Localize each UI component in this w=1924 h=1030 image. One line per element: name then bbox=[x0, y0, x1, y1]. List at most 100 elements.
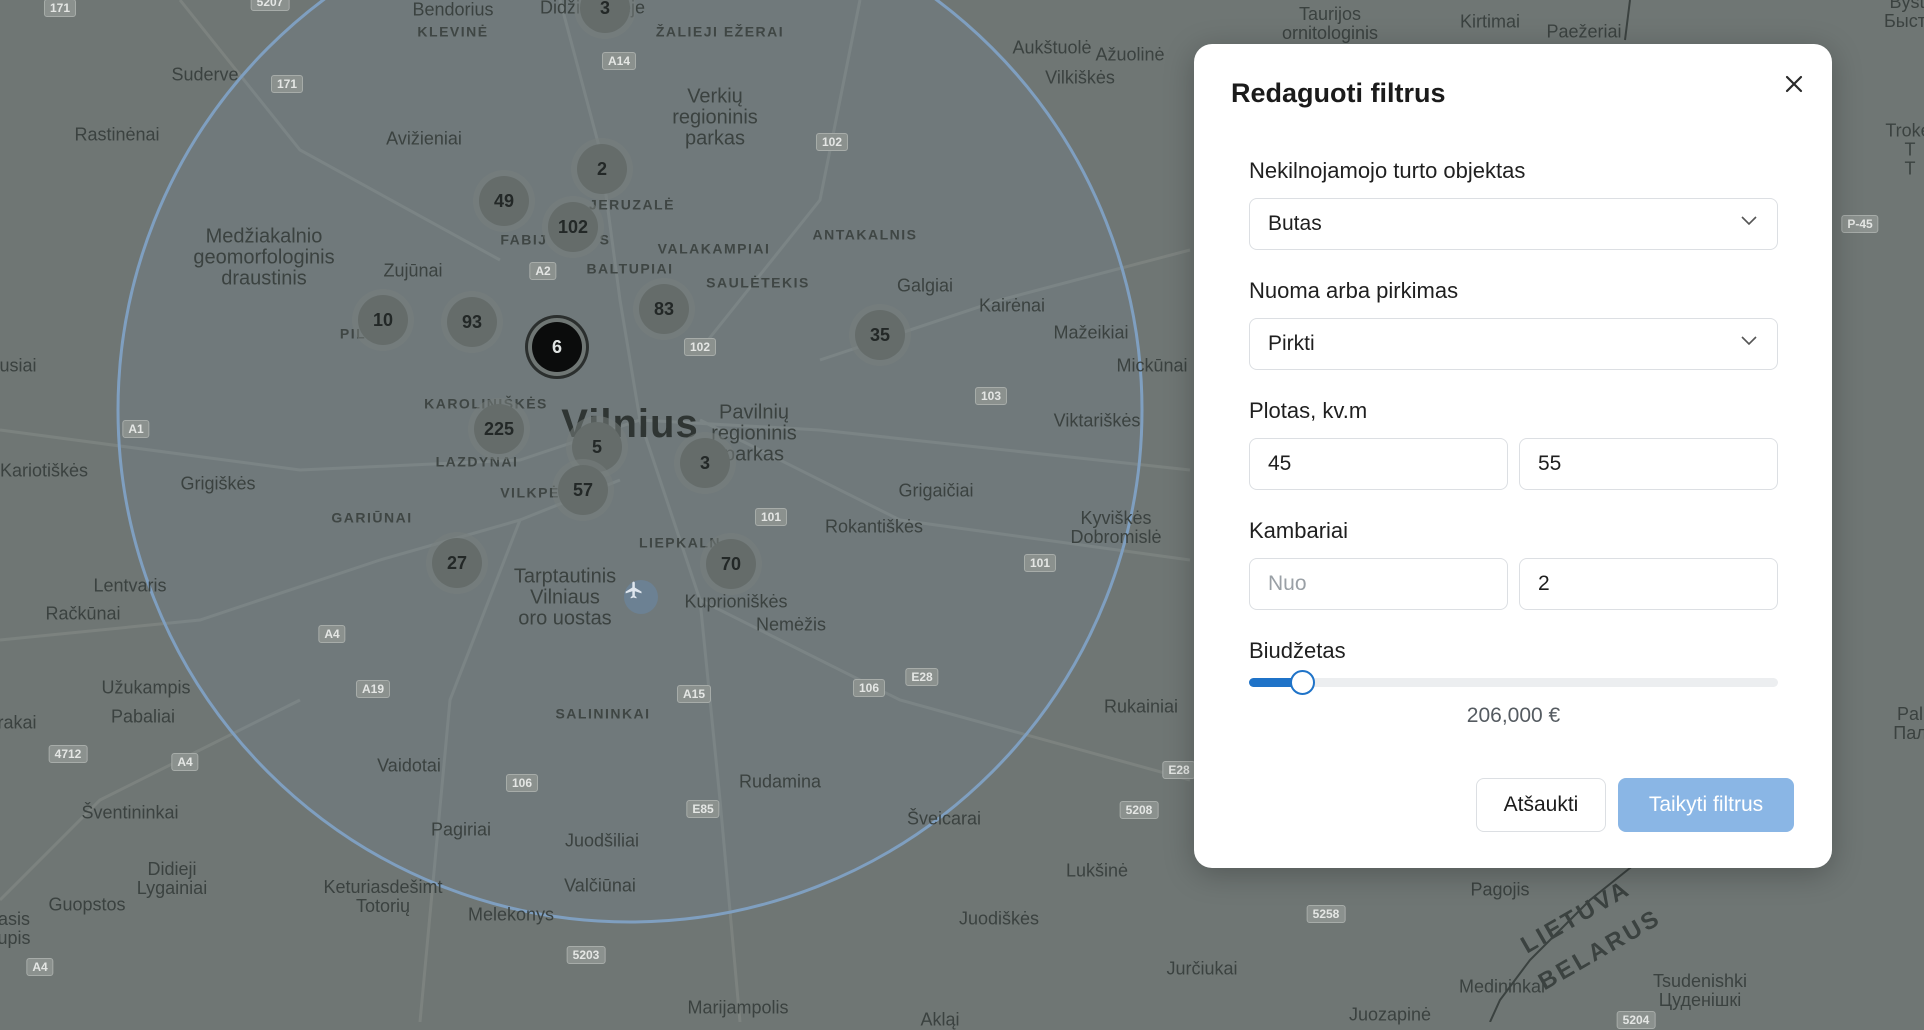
map-place-label: Bendorius bbox=[412, 0, 494, 20]
map-place-label: Pagojis bbox=[1470, 879, 1530, 900]
rooms-max-input[interactable] bbox=[1519, 558, 1778, 610]
deal-type-select[interactable]: Pirkti bbox=[1249, 318, 1778, 370]
map-cluster-marker-selected[interactable]: 6 bbox=[532, 322, 582, 372]
map-place-label: KLEVINĖ bbox=[417, 23, 489, 40]
deal-type-label: Nuoma arba pirkimas bbox=[1249, 278, 1459, 303]
map-place-label: SALININKAI bbox=[555, 705, 651, 722]
road-number-badge: E28 bbox=[1162, 761, 1196, 779]
map-place-label: Grigiškės bbox=[180, 473, 256, 494]
map-place-label: GARIŪNAI bbox=[331, 509, 413, 526]
map-place-label: Kuprioniškės bbox=[684, 591, 788, 612]
map-place-label: Rudamina bbox=[738, 771, 822, 792]
road-number-badge: 106 bbox=[852, 679, 886, 697]
map-cluster-marker[interactable]: 57 bbox=[558, 465, 608, 515]
road-number-badge: 102 bbox=[815, 133, 849, 151]
map-place-label: Pagiriai bbox=[430, 819, 492, 840]
map-place-label: Rastinėnai bbox=[74, 124, 160, 145]
road-number-badge: A19 bbox=[355, 680, 391, 698]
map-place-label: ANTAKALNIS bbox=[812, 226, 918, 243]
map-place-label: TrokelTT bbox=[1885, 120, 1924, 179]
map-place-label: Valčiūnai bbox=[564, 875, 636, 896]
map-place-label: usiai bbox=[0, 355, 37, 376]
map-place-label: Kirtimai bbox=[1459, 11, 1521, 32]
map-place-label: Kairėnai bbox=[978, 295, 1046, 316]
map-place-label: Nemėžis bbox=[755, 614, 827, 635]
close-button[interactable] bbox=[1776, 66, 1812, 102]
map-place-label: Verkių regioninis parkas bbox=[672, 85, 758, 150]
map-cluster-marker[interactable]: 35 bbox=[855, 310, 905, 360]
map-place-label: Zujūnai bbox=[383, 260, 443, 281]
map-place-label: Kyviškės Dobromislė bbox=[1070, 508, 1162, 547]
map-place-label: SAULĖTEKIS bbox=[706, 274, 810, 291]
map-cluster-marker[interactable]: 83 bbox=[639, 284, 689, 334]
cancel-button[interactable]: Atšaukti bbox=[1476, 778, 1606, 832]
map-place-label: Ažuolinė bbox=[1095, 44, 1165, 65]
map-place-label: Šventininkai bbox=[81, 802, 179, 823]
road-number-badge: 102 bbox=[683, 338, 717, 356]
road-number-badge: A1 bbox=[122, 420, 150, 438]
road-number-badge: E85 bbox=[686, 800, 720, 818]
road-number-badge: 4712 bbox=[48, 745, 88, 763]
road-number-badge: A4 bbox=[318, 625, 346, 643]
map-place-label: Rukainiai bbox=[1103, 696, 1179, 717]
map-cluster-marker[interactable]: 102 bbox=[548, 202, 598, 252]
road-number-badge: A15 bbox=[676, 685, 712, 703]
map-place-label: Galgiai bbox=[896, 275, 954, 296]
map-place-label: Kariotiškės bbox=[0, 460, 89, 481]
area-label: Plotas, kv.m bbox=[1249, 398, 1368, 423]
road-number-badge: A2 bbox=[529, 262, 557, 280]
map-place-label: VILKPĖ bbox=[500, 484, 560, 501]
budget-value: 206,000 € bbox=[1466, 704, 1561, 727]
road-number-badge: E28 bbox=[905, 668, 939, 686]
filter-dialog: Redaguoti filtrus Nekilnojamojo turto ob… bbox=[1194, 44, 1832, 868]
map-cluster-marker[interactable]: 2 bbox=[577, 144, 627, 194]
map-place-label: LAZDYNAI bbox=[435, 453, 519, 470]
map-place-label: Tsudenishki Цуденішкі bbox=[1652, 971, 1748, 1010]
area-min-input[interactable] bbox=[1249, 438, 1508, 490]
map-place-label: Lukšinė bbox=[1065, 860, 1129, 881]
road-number-badge: A14 bbox=[601, 52, 637, 70]
map-place-label: Grigaičiai bbox=[898, 480, 974, 501]
map-cluster-marker[interactable]: 3 bbox=[680, 438, 730, 488]
rooms-min-input[interactable] bbox=[1249, 558, 1508, 610]
chevron-down-icon bbox=[1741, 216, 1757, 226]
map-cluster-marker[interactable]: 93 bbox=[447, 297, 497, 347]
map-place-label: Rokantiškės bbox=[824, 516, 924, 537]
map-place-label: Medžiakalnio geomorfologinis draustinis bbox=[193, 225, 335, 290]
airport-icon bbox=[624, 580, 658, 614]
map-place-label: Taurijos ornitologinis bbox=[1281, 4, 1379, 43]
road-number-badge: 5208 bbox=[1119, 801, 1159, 819]
apply-filters-button[interactable]: Taikyti filtrus bbox=[1618, 778, 1794, 832]
property-type-label: Nekilnojamojo turto objektas bbox=[1249, 158, 1526, 183]
property-type-select[interactable]: Butas bbox=[1249, 198, 1778, 250]
map-cluster-marker[interactable]: 27 bbox=[432, 538, 482, 588]
map-place-label: Aukštuolė bbox=[1012, 37, 1092, 58]
map-place-label: Melekonys bbox=[467, 904, 555, 925]
property-type-value: Butas bbox=[1268, 212, 1322, 235]
map-place-label: BALTUPIAI bbox=[586, 260, 674, 277]
budget-slider[interactable] bbox=[1249, 670, 1778, 695]
map-place-label: Akląi bbox=[920, 1009, 960, 1030]
road-number-badge: P-45 bbox=[1841, 215, 1879, 233]
road-number-badge: A4 bbox=[171, 753, 199, 771]
map-place-label: Didži bbox=[539, 0, 581, 18]
map-place-label: Juodšiliai bbox=[564, 830, 640, 851]
map-place-label: Lentvaris bbox=[93, 575, 167, 596]
map-place-label: Suderve bbox=[171, 64, 239, 85]
road-number-badge: 5207 bbox=[250, 0, 290, 11]
area-max-input[interactable] bbox=[1519, 438, 1778, 490]
map-place-label: VALAKAMPIAI bbox=[657, 240, 771, 257]
map-cluster-marker[interactable]: 10 bbox=[358, 295, 408, 345]
map-place-label: Juodiškės bbox=[958, 908, 1040, 929]
map-place-label: ŽALIEJI EŽERAI bbox=[655, 23, 785, 40]
road-number-badge: 5204 bbox=[1616, 1011, 1656, 1029]
map-cluster-marker[interactable]: 49 bbox=[479, 176, 529, 226]
map-cluster-marker[interactable]: 70 bbox=[706, 539, 756, 589]
map-place-label: Viktariškės bbox=[1053, 410, 1141, 431]
rooms-label: Kambariai bbox=[1249, 518, 1349, 543]
road-number-badge: A4 bbox=[26, 958, 54, 976]
budget-slider-thumb[interactable] bbox=[1289, 670, 1315, 695]
map-place-label: Tarptautinis Vilniaus oro uostas bbox=[513, 565, 617, 630]
map-cluster-marker[interactable]: 225 bbox=[474, 404, 524, 454]
road-number-badge: 5258 bbox=[1306, 905, 1346, 923]
